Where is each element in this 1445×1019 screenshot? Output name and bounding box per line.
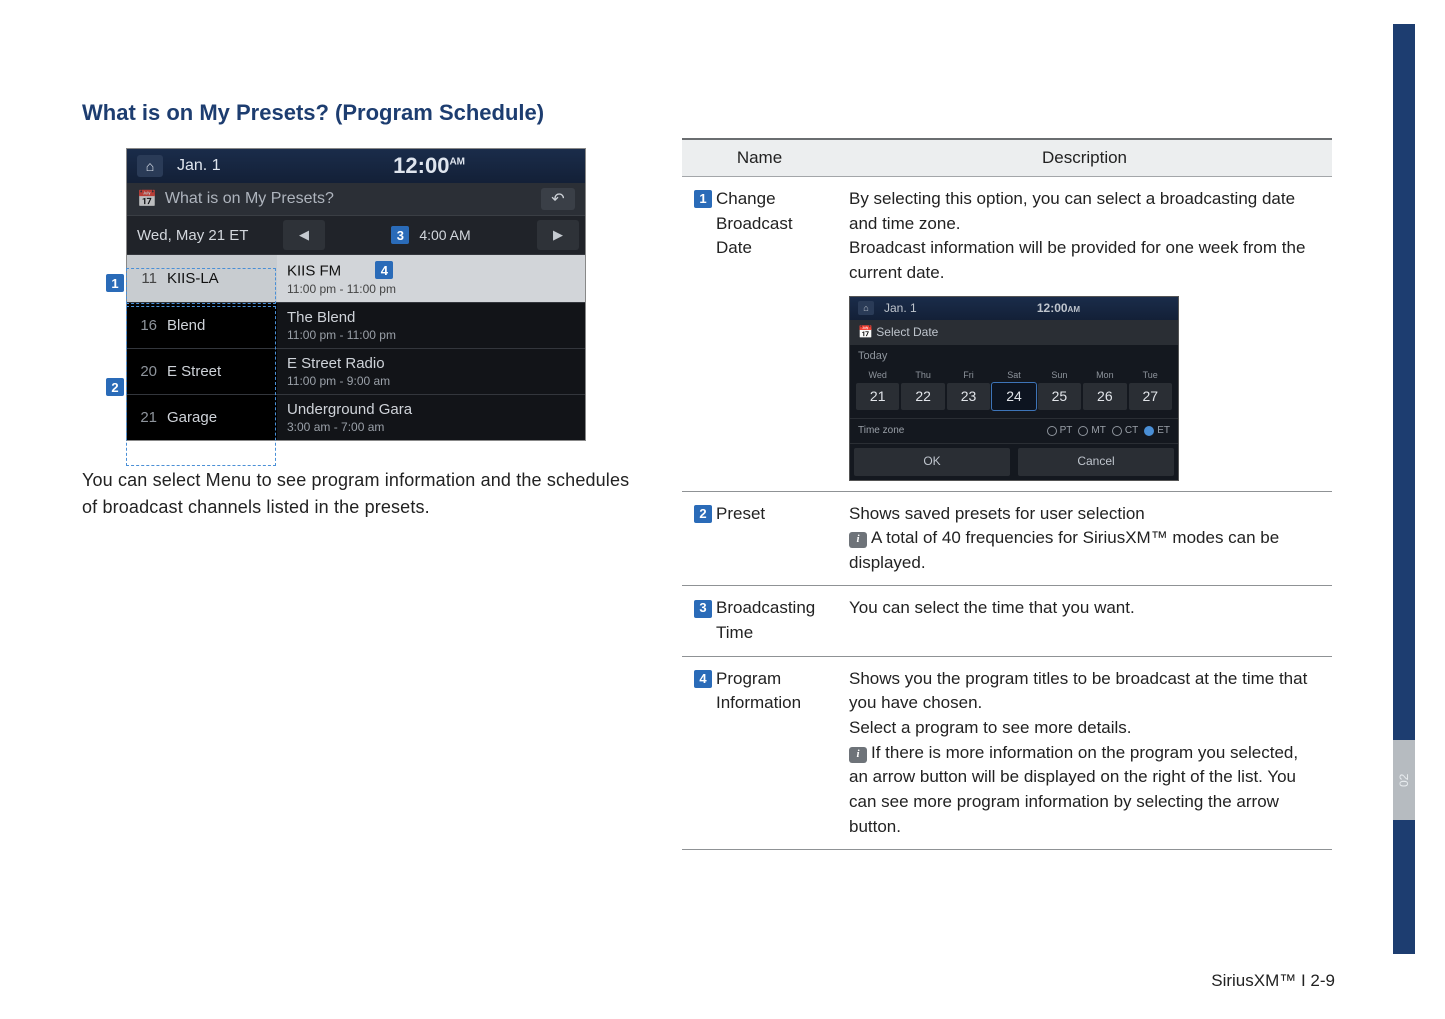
page-footer: SiriusXM™ I 2-9	[1211, 971, 1335, 991]
tz-option[interactable]: PT	[1047, 424, 1073, 439]
broadcast-time-cell[interactable]: 3 4:00 AM	[331, 226, 531, 244]
device-clock: 12:00AM	[393, 153, 465, 179]
row-badge: 2	[694, 505, 712, 523]
tz-option[interactable]: ET	[1144, 424, 1170, 439]
callout-3-inline: 3	[391, 226, 409, 244]
device-screenshot: ⌂ Jan. 1 12:00AM 📅 What is on My Presets…	[126, 148, 586, 441]
section-title: What is on My Presets? (Program Schedule…	[82, 100, 1362, 126]
table-row: 1Change Broadcast Date By selecting this…	[682, 177, 1332, 492]
side-strip-chapter-tab: 02	[1393, 740, 1415, 820]
date-picker-days: Wed21 Thu22 Fri23 Sat24 Sun25 Mon26 Tue2…	[850, 365, 1178, 413]
table-row: 3BroadcastingTime You can select the tim…	[682, 586, 1332, 656]
list-item[interactable]: 11KIIS-LA KIIS FM 411:00 pm - 11:00 pm	[127, 254, 585, 302]
info-icon: i	[849, 532, 867, 548]
th-name: Name	[682, 139, 837, 177]
calendar-icon: 📅	[137, 189, 157, 209]
broadcast-date-cell[interactable]: Wed, May 21 ET	[127, 219, 277, 252]
screen-title: What is on My Presets?	[165, 190, 334, 208]
preset-program-list: 11KIIS-LA KIIS FM 411:00 pm - 11:00 pm 1…	[127, 254, 585, 440]
device-titlebar: 📅 What is on My Presets? ↶	[127, 183, 585, 215]
callout-2: 2	[106, 378, 124, 396]
list-item[interactable]: 20E Street E Street Radio11:00 pm - 9:00…	[127, 348, 585, 394]
device-statusbar: ⌂ Jan. 1 12:00AM	[127, 149, 585, 183]
time-next-button[interactable]: ▶	[537, 220, 579, 250]
calendar-icon: 📅	[858, 325, 873, 339]
cancel-button[interactable]: Cancel	[1018, 448, 1174, 475]
table-row: 4ProgramInformation Shows you the progra…	[682, 656, 1332, 849]
th-description: Description	[837, 139, 1332, 177]
select-date-screenshot: ⌂ Jan. 1 12:00AM 📅 Select Date Today Wed…	[849, 296, 1179, 481]
figure-caption: You can select Menu to see program infor…	[82, 467, 642, 523]
table-row: 2Preset Shows saved presets for user sel…	[682, 491, 1332, 586]
home-icon: ⌂	[858, 301, 874, 315]
tz-option[interactable]: CT	[1112, 424, 1138, 439]
callout-4-inline: 4	[375, 261, 393, 279]
info-icon: i	[849, 747, 867, 763]
device-date-time-row: Wed, May 21 ET ◀ 3 4:00 AM ▶	[127, 215, 585, 254]
list-item[interactable]: 16Blend The Blend11:00 pm - 11:00 pm	[127, 302, 585, 348]
time-prev-button[interactable]: ◀	[283, 220, 325, 250]
device-date: Jan. 1	[177, 157, 221, 175]
back-icon[interactable]: ↶	[541, 188, 575, 210]
row-badge: 4	[694, 670, 712, 688]
left-column: ⌂ Jan. 1 12:00AM 📅 What is on My Presets…	[82, 148, 642, 522]
right-column: Name Description 1Change Broadcast Date …	[682, 138, 1332, 850]
row-badge: 1	[694, 190, 712, 208]
home-icon[interactable]: ⌂	[137, 155, 163, 177]
list-item[interactable]: 21Garage Underground Gara3:00 am - 7:00 …	[127, 394, 585, 440]
page-content: What is on My Presets? (Program Schedule…	[82, 100, 1362, 850]
row-badge: 3	[694, 600, 712, 618]
tz-option[interactable]: MT	[1078, 424, 1105, 439]
callout-1: 1	[106, 274, 124, 292]
description-table: Name Description 1Change Broadcast Date …	[682, 138, 1332, 850]
ok-button[interactable]: OK	[854, 448, 1010, 475]
